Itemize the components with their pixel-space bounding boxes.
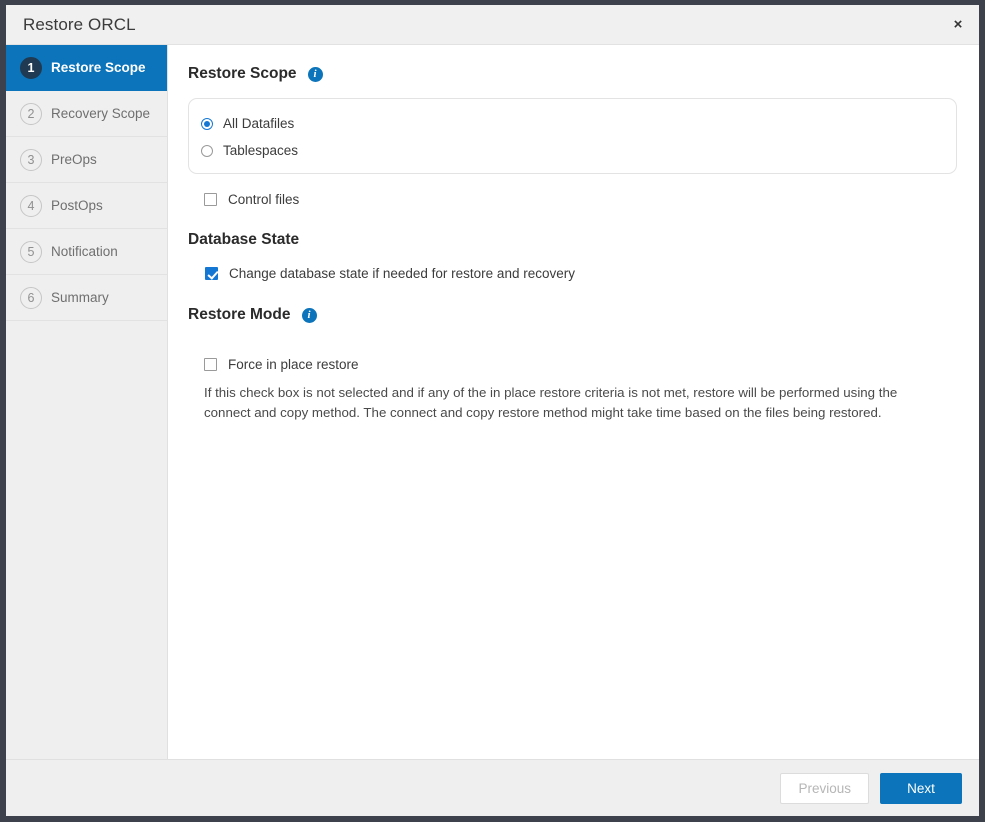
checkbox-control-files[interactable]: Control files (204, 192, 957, 207)
step-label: Summary (51, 290, 109, 305)
database-state-heading: Database State (188, 231, 957, 249)
step-number: 3 (20, 149, 42, 171)
close-icon[interactable]: × (945, 12, 971, 38)
step-label: Restore Scope (51, 60, 146, 75)
sidebar-item-preops[interactable]: 3 PreOps (6, 137, 167, 183)
restore-mode-helper-text: If this check box is not selected and if… (204, 383, 926, 423)
dialog-body: 1 Restore Scope 2 Recovery Scope 3 PreOp… (6, 45, 979, 759)
checkbox-indicator[interactable] (204, 358, 217, 371)
step-label: Recovery Scope (51, 106, 150, 121)
radio-indicator[interactable] (201, 118, 213, 130)
step-label: PostOps (51, 198, 103, 213)
database-state-heading-text: Database State (188, 231, 299, 249)
step-number: 6 (20, 287, 42, 309)
restore-scope-options: All Datafiles Tablespaces (188, 98, 957, 174)
previous-button[interactable]: Previous (780, 773, 869, 804)
info-icon[interactable]: i (302, 308, 317, 323)
restore-mode-heading-text: Restore Mode (188, 306, 291, 324)
checkbox-label: Force in place restore (228, 357, 359, 372)
checkbox-indicator[interactable] (204, 193, 217, 206)
sidebar-item-notification[interactable]: 5 Notification (6, 229, 167, 275)
restore-dialog: Restore ORCL × 1 Restore Scope 2 Recover… (6, 5, 979, 816)
next-button[interactable]: Next (880, 773, 962, 804)
checkbox-change-database-state[interactable]: Change database state if needed for rest… (205, 266, 957, 281)
sidebar-item-postops[interactable]: 4 PostOps (6, 183, 167, 229)
sidebar-item-summary[interactable]: 6 Summary (6, 275, 167, 321)
radio-tablespaces[interactable]: Tablespaces (201, 137, 956, 164)
radio-label: All Datafiles (223, 116, 294, 131)
step-number: 4 (20, 195, 42, 217)
step-number: 5 (20, 241, 42, 263)
radio-all-datafiles[interactable]: All Datafiles (201, 110, 956, 137)
info-icon[interactable]: i (308, 67, 323, 82)
radio-label: Tablespaces (223, 143, 298, 158)
restore-scope-heading-text: Restore Scope (188, 65, 297, 83)
dialog-titlebar: Restore ORCL × (6, 5, 979, 45)
sidebar-item-restore-scope[interactable]: 1 Restore Scope (6, 45, 167, 91)
step-label: Notification (51, 244, 118, 259)
dialog-title: Restore ORCL (23, 15, 136, 35)
radio-indicator[interactable] (201, 145, 213, 157)
checkbox-indicator[interactable] (205, 267, 218, 280)
dialog-footer: Previous Next (6, 759, 979, 816)
step-number: 2 (20, 103, 42, 125)
restore-scope-heading: Restore Scope i (188, 65, 957, 83)
checkbox-label: Change database state if needed for rest… (229, 266, 575, 281)
step-number: 1 (20, 57, 42, 79)
restore-mode-heading: Restore Mode i (188, 306, 957, 324)
checkbox-label: Control files (228, 192, 299, 207)
wizard-sidebar: 1 Restore Scope 2 Recovery Scope 3 PreOp… (6, 45, 168, 759)
checkbox-force-in-place-restore[interactable]: Force in place restore (204, 357, 957, 372)
sidebar-item-recovery-scope[interactable]: 2 Recovery Scope (6, 91, 167, 137)
step-label: PreOps (51, 152, 97, 167)
wizard-content: Restore Scope i All Datafiles Tablespace… (168, 45, 979, 759)
